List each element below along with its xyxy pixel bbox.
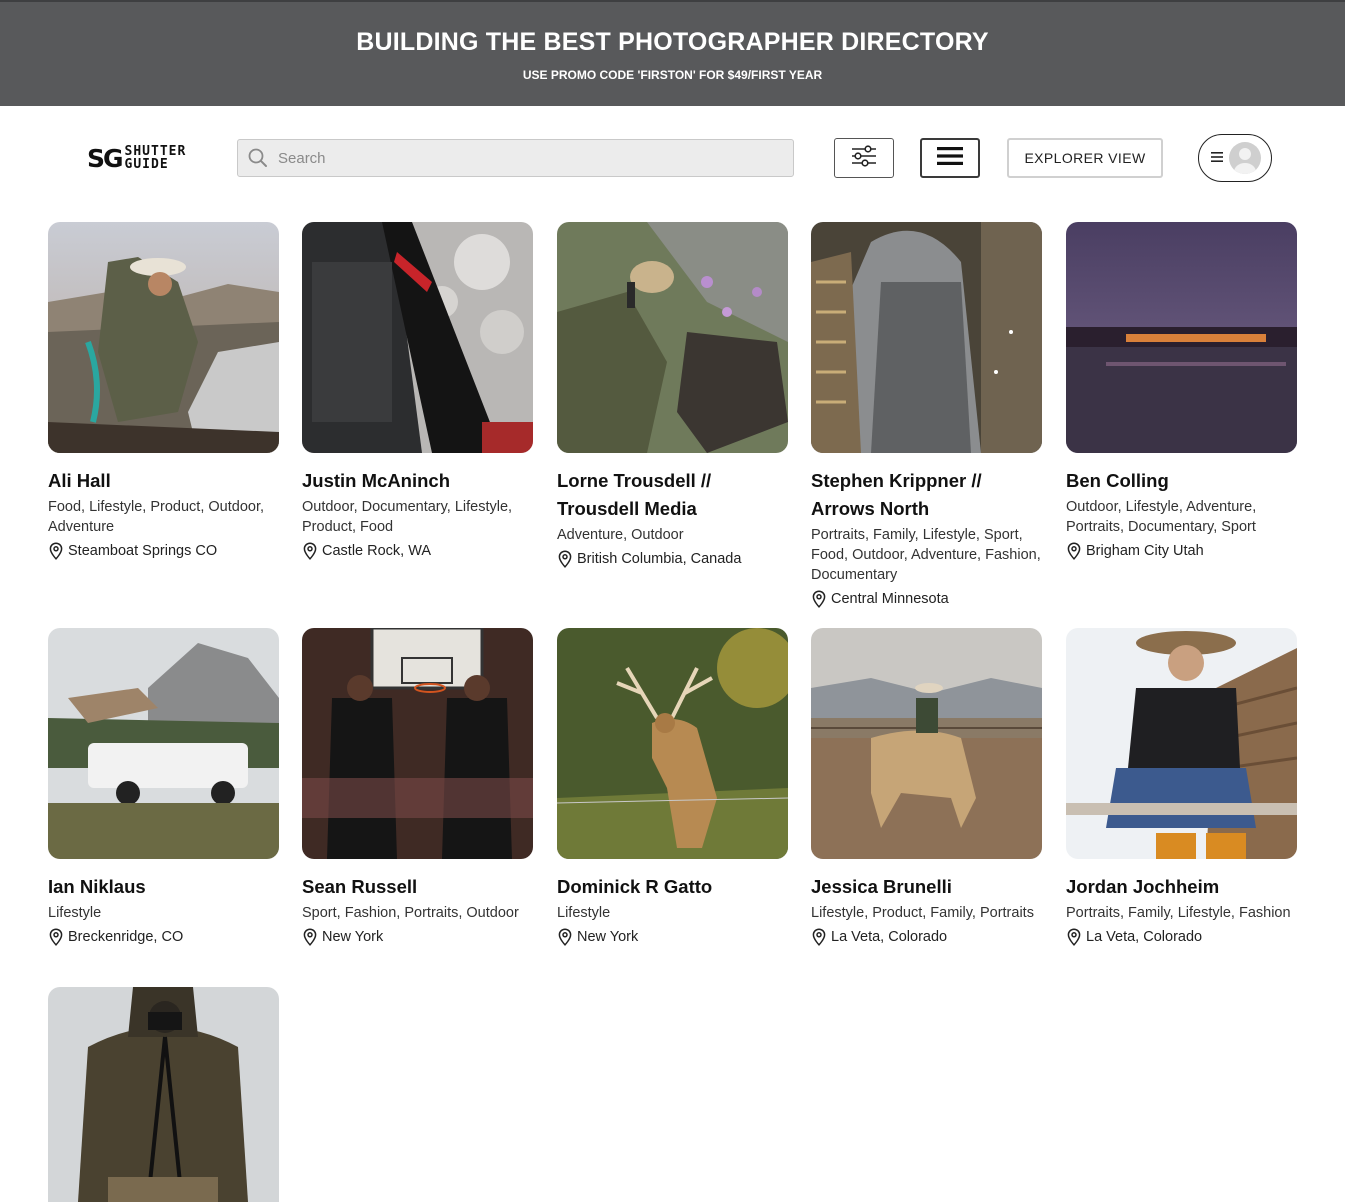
- photographer-location: Castle Rock, WA: [302, 541, 533, 561]
- photographer-name[interactable]: Jessica Brunelli: [811, 873, 1042, 901]
- photographer-tags: Adventure, Outdoor: [557, 527, 684, 543]
- photographer-location: New York: [302, 927, 533, 947]
- logo-mark: SG: [87, 143, 124, 173]
- location-pin-icon: [1067, 542, 1081, 560]
- banner-title: BUILDING THE BEST PHOTOGRAPHER DIRECTORY: [356, 28, 989, 56]
- location-pin-icon: [812, 590, 826, 608]
- photographer-card[interactable]: Ben Colling Outdoor, Lifestyle, Adventur…: [1066, 222, 1297, 561]
- photographer-photo[interactable]: [302, 628, 533, 859]
- location-pin-icon: [1067, 928, 1081, 946]
- sliders-icon: [851, 144, 877, 172]
- location-text: La Veta, Colorado: [831, 929, 948, 945]
- search-input[interactable]: [278, 141, 758, 175]
- photographer-card[interactable]: Dominick R Gatto Lifestyle New York: [557, 628, 788, 947]
- search-icon: [238, 140, 278, 176]
- photographer-photo[interactable]: [302, 222, 533, 453]
- photographer-photo[interactable]: [557, 222, 788, 453]
- photographer-tags: Food, Lifestyle, Product, Outdoor, Adven…: [48, 499, 265, 535]
- location-text: Steamboat Springs CO: [68, 543, 218, 559]
- profile-menu-button[interactable]: [1198, 134, 1272, 182]
- photographer-name[interactable]: Ian Niklaus: [48, 873, 279, 901]
- photographer-tags: Outdoor, Documentary, Lifestyle, Product…: [302, 499, 513, 535]
- photographer-card[interactable]: Sean Russell Sport, Fashion, Portraits, …: [302, 628, 533, 947]
- logo-wordmark: SHUTTER GUIDE: [125, 145, 187, 171]
- photographer-card[interactable]: Ian Niklaus Lifestyle Breckenridge, CO: [48, 628, 279, 947]
- photographer-tags: Lifestyle: [48, 905, 102, 921]
- photographer-name[interactable]: Ben Colling: [1066, 467, 1297, 495]
- photographer-card[interactable]: Jessica Brunelli Lifestyle, Product, Fam…: [811, 628, 1042, 947]
- photographer-name[interactable]: Sean Russell: [302, 873, 533, 901]
- location-pin-icon: [558, 928, 572, 946]
- photographer-name[interactable]: Dominick R Gatto: [557, 873, 788, 901]
- location-text: British Columbia, Canada: [577, 551, 742, 567]
- explorer-view-button[interactable]: EXPLORER VIEW: [1007, 138, 1163, 178]
- location-pin-icon: [303, 542, 317, 560]
- photographer-photo[interactable]: [1066, 628, 1297, 859]
- hamburger-icon: [937, 146, 963, 171]
- photographer-tags: Lifestyle: [557, 905, 611, 921]
- photographer-name[interactable]: Justin McAninch: [302, 467, 533, 495]
- photographer-card[interactable]: Ali Hall Food, Lifestyle, Product, Outdo…: [48, 222, 279, 561]
- photographer-name[interactable]: Jordan Jochheim: [1066, 873, 1297, 901]
- location-text: Central Minnesota: [831, 591, 949, 607]
- photographer-photo[interactable]: [811, 222, 1042, 453]
- filter-button[interactable]: [834, 138, 894, 178]
- photographer-name[interactable]: Ali Hall: [48, 467, 279, 495]
- photographer-card[interactable]: Lorne Trousdell // Trousdell Media Adven…: [557, 222, 788, 569]
- photographer-location: La Veta, Colorado: [811, 927, 1042, 947]
- location-text: New York: [322, 929, 384, 945]
- photographer-photo[interactable]: [811, 628, 1042, 859]
- location-text: Breckenridge, CO: [68, 929, 184, 945]
- hamburger-icon: [1211, 149, 1223, 167]
- location-pin-icon: [49, 928, 63, 946]
- photographer-location: Brigham City Utah: [1066, 541, 1297, 561]
- avatar: [1229, 142, 1261, 174]
- photographer-location: British Columbia, Canada: [557, 549, 788, 569]
- photographer-photo[interactable]: [1066, 222, 1297, 453]
- photographer-name[interactable]: Lorne Trousdell // Trousdell Media: [557, 467, 788, 523]
- location-text: La Veta, Colorado: [1086, 929, 1203, 945]
- photographer-card[interactable]: Justin McAninch Outdoor, Documentary, Li…: [302, 222, 533, 561]
- banner-subtitle: USE PROMO CODE 'FIRSTON' FOR $49/FIRST Y…: [522, 68, 823, 82]
- photographer-location: New York: [557, 927, 788, 947]
- location-pin-icon: [812, 928, 826, 946]
- location-pin-icon: [558, 550, 572, 568]
- photographer-tags: Sport, Fashion, Portraits, Outdoor: [302, 905, 519, 921]
- photographer-tags: Portraits, Family, Lifestyle, Fashion: [1066, 905, 1291, 921]
- photographer-photo[interactable]: [48, 987, 279, 1202]
- search-bar[interactable]: [237, 139, 794, 177]
- location-pin-icon: [49, 542, 63, 560]
- location-text: Brigham City Utah: [1086, 543, 1204, 559]
- photographer-location: Breckenridge, CO: [48, 927, 279, 947]
- photographer-photo[interactable]: [557, 628, 788, 859]
- photographer-photo[interactable]: [48, 222, 279, 453]
- photographer-tags: Outdoor, Lifestyle, Adventure, Portraits…: [1066, 499, 1257, 535]
- photographer-card[interactable]: [48, 987, 279, 1202]
- photographer-card[interactable]: Jordan Jochheim Portraits, Family, Lifes…: [1066, 628, 1297, 947]
- photographer-tags: Portraits, Family, Lifestyle, Sport, Foo…: [811, 527, 1041, 583]
- photographer-card[interactable]: Stephen Krippner // Arrows North Portrai…: [811, 222, 1042, 609]
- promo-banner: BUILDING THE BEST PHOTOGRAPHER DIRECTORY…: [0, 0, 1345, 106]
- menu-button[interactable]: [920, 138, 980, 178]
- site-logo[interactable]: SG SHUTTER GUIDE: [87, 142, 185, 174]
- photographer-location: Central Minnesota: [811, 589, 1042, 609]
- photographer-tags: Lifestyle, Product, Family, Portraits: [811, 905, 1034, 921]
- photographer-name[interactable]: Stephen Krippner // Arrows North: [811, 467, 1042, 523]
- photographer-photo[interactable]: [48, 628, 279, 859]
- location-text: Castle Rock, WA: [322, 543, 432, 559]
- location-text: New York: [577, 929, 639, 945]
- logo-line-2: GUIDE: [124, 157, 169, 172]
- location-pin-icon: [303, 928, 317, 946]
- photographer-location: Steamboat Springs CO: [48, 541, 279, 561]
- photographer-location: La Veta, Colorado: [1066, 927, 1297, 947]
